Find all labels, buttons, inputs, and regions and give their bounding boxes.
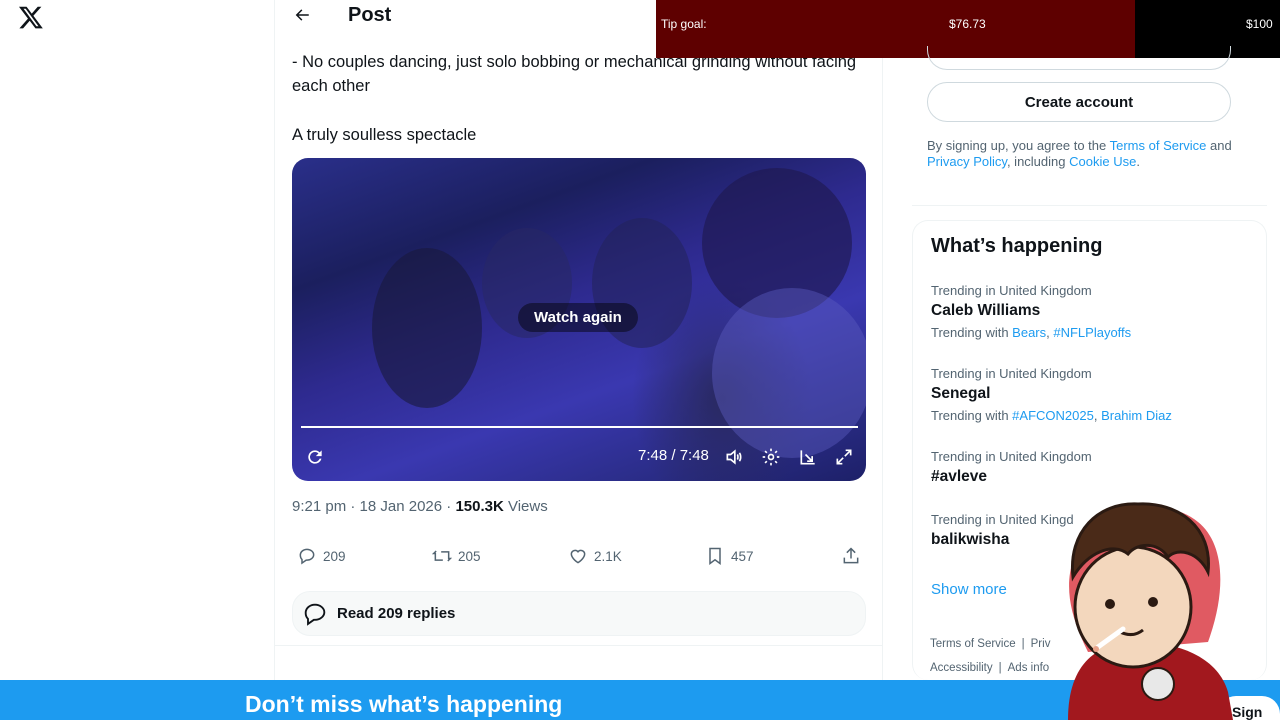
trend-context: Trending in United Kingdom [931,449,1092,464]
bookmark-button[interactable]: 457 [705,546,754,566]
banner-text: Don’t miss what’s happening [245,691,563,717]
repost-count: 205 [458,548,481,564]
chat-bubble-icon [304,603,326,626]
x-logo-icon[interactable] [18,4,44,30]
divider [275,645,882,646]
terms-text: and [1206,138,1232,153]
reply-icon [299,548,315,565]
trend-link[interactable]: #AFCON2025 [1012,408,1094,423]
reply-count: 209 [323,548,346,564]
signup-terms: By signing up, you agree to the Terms of… [927,138,1247,170]
cookie-use-link[interactable]: Cookie Use [1069,154,1136,169]
privacy-policy-link[interactable]: Privacy Policy [927,154,1007,169]
terms-of-service-link[interactable]: Terms of Service [1110,138,1207,153]
terms-text: By signing up, you agree to the [927,138,1110,153]
like-button[interactable]: 2.1K [568,546,622,566]
share-button[interactable] [841,546,861,566]
heart-icon [570,549,586,564]
video-player[interactable]: Watch again 7:48 / 7:48 [292,158,866,481]
read-replies-button[interactable]: Read 209 replies [292,591,866,636]
tweet-line: A truly soulless spectacle [292,126,477,144]
footer-accessibility-link[interactable]: Accessibility [930,662,993,674]
read-replies-label: Read 209 replies [337,605,456,622]
views-label: Views [507,498,548,515]
whats-happening-title: What’s happening [931,235,1103,257]
video-controls: 7:48 / 7:48 [292,435,866,481]
tweet-actions: 209 205 2.1K 457 [292,546,866,572]
right-column-divider [882,0,883,680]
trend-item[interactable]: Trending in United Kingdom Senegal Trend… [931,366,1261,423]
left-column-divider [274,0,275,680]
trend-link[interactable]: Bears [1012,325,1046,340]
video-timecode: 7:48 / 7:48 [638,447,709,464]
trend-link[interactable]: Brahim Diaz [1101,408,1172,423]
repost-icon [432,550,452,562]
picture-in-picture-icon[interactable] [796,445,820,469]
tweet-meta: 9:21 pm · 18 Jan 2026 · 150.3K Views [292,498,548,515]
replay-icon[interactable] [303,445,327,469]
tweet-timestamp[interactable]: 9:21 pm · 18 Jan 2026 · [292,498,455,515]
terms-text: . [1136,154,1140,169]
post-header: Post [290,0,391,30]
trend-name: Senegal [931,385,991,402]
trend-with-label: Trending with [931,408,1013,423]
trend-link[interactable]: #NFLPlayoffs [1053,325,1131,340]
back-arrow-icon[interactable] [290,3,314,27]
footer-terms-link[interactable]: Terms of Service [930,638,1016,650]
share-icon [843,547,859,564]
trend-context: Trending in United Kingdom [931,366,1092,381]
trend-item[interactable]: Trending in United Kingdom Caleb William… [931,283,1261,340]
terms-text: , including [1006,154,1070,169]
settings-gear-icon[interactable] [759,445,783,469]
tip-goal-current: $76.73 [949,17,986,31]
tweet-text: - No couples dancing, just solo bobbing … [292,50,862,147]
bookmark-count: 457 [731,548,754,564]
page-title: Post [348,3,392,26]
volume-icon[interactable] [722,445,746,469]
repost-button[interactable]: 205 [432,546,481,566]
like-count: 2.1K [594,548,622,564]
trend-context: Trending in United Kingdom [931,283,1092,298]
trend-related: Trending with Bears, #NFLPlayoffs [931,325,1132,340]
trend-with-label: Trending with [931,325,1013,340]
show-more-link[interactable]: Show more [931,581,1007,598]
trend-item[interactable]: Trending in United Kingdom #avleve [931,449,1261,486]
trend-name: Caleb Williams [931,302,1041,319]
create-account-button[interactable]: Create account [927,82,1231,122]
sign-in-button-partial[interactable] [927,46,1231,70]
trend-name: #avleve [931,468,988,485]
bookmark-icon [709,547,721,565]
tip-goal-label: Tip goal: [661,17,707,31]
fullscreen-icon[interactable] [832,445,856,469]
trend-related: Trending with #AFCON2025, Brahim Diaz [931,408,1172,423]
sidebar-divider [912,205,1267,206]
reply-button[interactable]: 209 [297,546,346,566]
views-count: 150.3K [455,498,504,515]
watch-again-button[interactable]: Watch again [518,303,638,332]
video-progress-bar[interactable] [301,426,858,428]
streamer-avatar [1068,502,1233,720]
tip-goal-target: $100 [1246,17,1273,31]
